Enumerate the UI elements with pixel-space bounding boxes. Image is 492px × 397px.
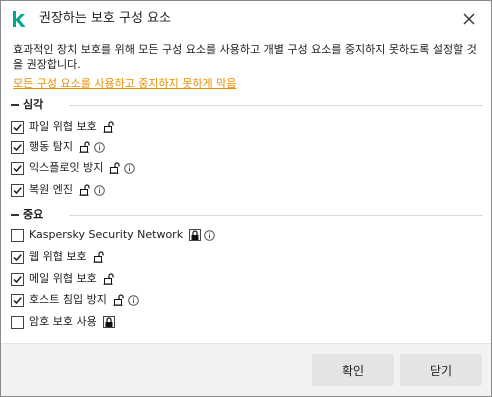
component-checkbox[interactable] (11, 140, 24, 154)
component-checkbox[interactable] (11, 183, 24, 197)
info-icon[interactable] (124, 162, 136, 174)
info-icon[interactable] (94, 141, 105, 153)
dialog-footer: 확인 닫기 (1, 343, 491, 396)
info-icon[interactable] (128, 294, 139, 306)
component-row: 메일 위협 보호 (11, 270, 115, 288)
component-label[interactable]: 복원 엔진 (29, 183, 73, 197)
component-row: 파일 위협 보호 (11, 118, 115, 136)
close-icon[interactable] (459, 9, 479, 29)
lock-open-icon[interactable] (113, 294, 125, 306)
kaspersky-logo-icon (13, 11, 26, 27)
component-row: 익스플로잇 방지 (11, 159, 136, 177)
close-button[interactable]: 닫기 (400, 354, 482, 386)
component-checkbox[interactable] (11, 228, 24, 242)
component-checkbox[interactable] (11, 120, 24, 134)
component-label[interactable]: Kaspersky Security Network (29, 228, 183, 242)
component-row: 웹 위협 보호 (11, 248, 105, 266)
component-row: 행동 탐지 (11, 138, 105, 156)
component-checkbox[interactable] (11, 161, 24, 175)
title-bar: 권장하는 보호 구성 요소 (1, 1, 491, 37)
lock-closed-icon[interactable] (102, 316, 115, 328)
dialog-description: 효과적인 장치 보호를 위해 모든 구성 요소를 사용하고 개별 구성 요소를 … (13, 43, 477, 71)
lock-open-icon[interactable] (109, 162, 121, 174)
enable-all-lock-link[interactable]: 모든 구성 요소를 사용하고 중지하지 못하게 막음 (13, 77, 236, 91)
component-label[interactable]: 행동 탐지 (29, 140, 73, 154)
lock-open-icon[interactable] (93, 251, 105, 263)
dialog-title: 권장하는 보호 구성 요소 (39, 11, 171, 26)
component-checkbox[interactable] (11, 293, 24, 307)
component-label[interactable]: 파일 위협 보호 (29, 120, 97, 134)
lock-open-icon[interactable] (79, 184, 91, 196)
group-divider (69, 105, 483, 106)
component-row: 호스트 침입 방지 (11, 291, 139, 309)
component-checkbox[interactable] (11, 250, 24, 264)
group-label: 심각 (23, 98, 44, 111)
dialog-window: 권장하는 보호 구성 요소 효과적인 장치 보호를 위해 모든 구성 요소를 사… (0, 0, 492, 397)
component-checkbox[interactable] (11, 272, 24, 286)
group-label: 중요 (23, 208, 44, 221)
collapse-icon[interactable] (11, 214, 19, 216)
component-label[interactable]: 암호 보호 사용 (29, 315, 97, 329)
ok-button[interactable]: 확인 (312, 354, 394, 386)
info-icon[interactable] (94, 184, 105, 196)
component-row: Kaspersky Security Network (11, 226, 215, 244)
component-row: 암호 보호 사용 (11, 313, 115, 331)
lock-open-icon[interactable] (103, 121, 115, 133)
lock-closed-icon[interactable] (189, 229, 202, 241)
group-header: 심각 (11, 97, 483, 113)
info-icon[interactable] (204, 229, 215, 241)
component-row: 복원 엔진 (11, 181, 105, 199)
component-label[interactable]: 익스플로잇 방지 (29, 161, 103, 175)
group-header: 중요 (11, 207, 483, 223)
collapse-icon[interactable] (11, 104, 19, 106)
group-divider (69, 215, 483, 216)
component-label[interactable]: 웹 위협 보호 (29, 250, 87, 264)
component-checkbox[interactable] (11, 315, 24, 329)
component-label[interactable]: 메일 위협 보호 (29, 272, 97, 286)
component-label[interactable]: 호스트 침입 방지 (29, 293, 107, 307)
lock-open-icon[interactable] (103, 273, 115, 285)
lock-open-icon[interactable] (79, 141, 91, 153)
